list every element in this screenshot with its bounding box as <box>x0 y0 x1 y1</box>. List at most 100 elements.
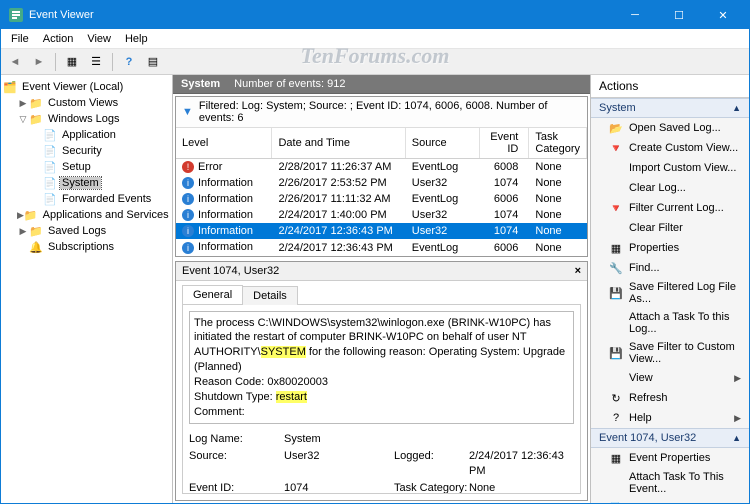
table-row[interactable]: iInformation2/24/2017 12:36:43 PMUser321… <box>176 223 587 239</box>
col-source[interactable]: Source <box>405 128 479 159</box>
expand-icon[interactable]: ▶ <box>17 210 24 221</box>
tree-saved-logs[interactable]: ▶📁Saved Logs <box>3 223 170 239</box>
tree-subscriptions[interactable]: 🔔Subscriptions <box>3 239 170 255</box>
back-button[interactable]: ◄ <box>5 52 25 72</box>
action-label: Properties <box>629 242 679 254</box>
clearfilter-icon <box>609 221 623 235</box>
tree-security[interactable]: 📄Security <box>3 143 170 159</box>
folder-icon: 📁 <box>24 208 38 222</box>
expand-icon[interactable]: ▶ <box>17 226 29 237</box>
event-grid-wrap: ▼ Filtered: Log: System; Source: ; Event… <box>175 96 588 257</box>
chevron-right-icon: ▶ <box>734 373 741 384</box>
maximize-button[interactable]: ☐ <box>657 1 701 29</box>
tree-app-services[interactable]: ▶📁Applications and Services Logs <box>3 207 170 223</box>
table-row[interactable]: iInformation2/26/2017 2:53:52 PMUser3210… <box>176 175 587 191</box>
action-label: Save Filtered Log File As... <box>629 281 741 305</box>
clear-icon <box>609 181 623 195</box>
copy-action[interactable]: 📄Copy▶ <box>591 498 749 503</box>
action-label: Create Custom View... <box>629 142 738 154</box>
action-label: Attach a Task To this Log... <box>629 311 741 335</box>
log-icon: 📄 <box>43 144 57 158</box>
log-header: System Number of events: 912 <box>173 75 590 94</box>
level-icon: i <box>182 209 194 221</box>
view-icon <box>609 371 623 385</box>
detail-close-button[interactable]: × <box>575 265 581 277</box>
help-action[interactable]: ?Help▶ <box>591 408 749 428</box>
tree-windows-logs[interactable]: ▽ 📁 Windows Logs <box>3 111 170 127</box>
view-action[interactable]: View▶ <box>591 368 749 388</box>
tab-general[interactable]: General <box>182 285 243 304</box>
panes-button[interactable]: ▦ <box>62 52 82 72</box>
create-icon: 🔻 <box>609 141 623 155</box>
action-label: Clear Log... <box>629 182 686 194</box>
open-icon: 📂 <box>609 121 623 135</box>
find-icon: 🔧 <box>609 261 623 275</box>
menubar: File Action View Help <box>1 29 749 49</box>
log-icon: 📄 <box>43 128 57 142</box>
minimize-button[interactable]: ─ <box>613 1 657 29</box>
col-level[interactable]: Level <box>176 128 272 159</box>
menu-file[interactable]: File <box>5 31 35 47</box>
tree-forwarded[interactable]: 📄Forwarded Events <box>3 191 170 207</box>
log-icon: 📄 <box>43 160 57 174</box>
list-button[interactable]: ☰ <box>86 52 106 72</box>
tree-root[interactable]: 🗂️ Event Viewer (Local) <box>3 79 170 95</box>
col-date[interactable]: Date and Time <box>272 128 405 159</box>
filter-action[interactable]: 🔻Filter Current Log... <box>591 198 749 218</box>
actions-section-system[interactable]: System▲ <box>591 98 749 118</box>
actions-section-event[interactable]: Event 1074, User32▲ <box>591 428 749 448</box>
eventviewer-icon: 🗂️ <box>3 80 17 94</box>
detail-fields: Log Name:System Source:User32Logged:2/24… <box>189 432 574 494</box>
table-row[interactable]: iInformation2/26/2017 11:11:32 AMEventLo… <box>176 191 587 207</box>
nav-tree[interactable]: 🗂️ Event Viewer (Local) ▶ 📁 Custom Views… <box>1 75 173 503</box>
savelog-action[interactable]: 💾Save Filtered Log File As... <box>591 278 749 308</box>
action-label: Filter Current Log... <box>629 202 724 214</box>
col-eventid[interactable]: Event ID <box>479 128 529 159</box>
expand-icon[interactable]: ▶ <box>17 98 29 109</box>
help-button[interactable]: ? <box>119 52 139 72</box>
chevron-up-icon: ▲ <box>732 433 741 443</box>
tree-system[interactable]: 📄System <box>3 175 170 191</box>
attach-action[interactable]: Attach a Task To this Log... <box>591 308 749 338</box>
detail-body: The process C:\WINDOWS\system32\winlogon… <box>182 304 581 494</box>
tree-setup[interactable]: 📄Setup <box>3 159 170 175</box>
table-row[interactable]: iInformation2/24/2017 12:36:43 PMEventLo… <box>176 239 587 255</box>
forward-button: ► <box>29 52 49 72</box>
action-label: Copy <box>629 502 655 503</box>
table-row[interactable]: iInformation2/24/2017 1:40:00 PMUser3210… <box>176 207 587 223</box>
refresh-action[interactable]: ↻Refresh <box>591 388 749 408</box>
highlight-system: SYSTEM <box>261 346 306 358</box>
action-button[interactable]: ▤ <box>143 52 163 72</box>
menu-view[interactable]: View <box>81 31 117 47</box>
create-action[interactable]: 🔻 Create Custom View... <box>591 138 749 158</box>
attach2-action[interactable]: Attach Task To This Event... <box>591 468 749 498</box>
level-icon: i <box>182 242 194 254</box>
collapse-icon[interactable]: ▽ <box>17 114 29 125</box>
tree-custom-views[interactable]: ▶ 📁 Custom Views <box>3 95 170 111</box>
detail-pane: Event 1074, User32 × General Details The… <box>175 261 588 501</box>
clearfilter-action[interactable]: Clear Filter <box>591 218 749 238</box>
savefilter-action[interactable]: 💾Save Filter to Custom View... <box>591 338 749 368</box>
action-label: Clear Filter <box>629 222 683 234</box>
event-grid[interactable]: Level Date and Time Source Event ID Task… <box>176 128 587 256</box>
close-button[interactable]: ✕ <box>701 1 745 29</box>
tab-details[interactable]: Details <box>242 286 298 305</box>
open-action[interactable]: 📂Open Saved Log... <box>591 118 749 138</box>
table-header-row[interactable]: Level Date and Time Source Event ID Task… <box>176 128 587 159</box>
help-icon: ? <box>609 411 623 425</box>
menu-action[interactable]: Action <box>37 31 80 47</box>
level-icon: i <box>182 225 194 237</box>
action-label: Refresh <box>629 392 668 404</box>
table-row[interactable]: !Error2/28/2017 11:26:37 AMEventLog6008N… <box>176 159 587 176</box>
col-taskcat[interactable]: Task Category <box>529 128 587 159</box>
eventprops-action[interactable]: ▦Event Properties <box>591 448 749 468</box>
import-action[interactable]: Import Custom View... <box>591 158 749 178</box>
clear-action[interactable]: Clear Log... <box>591 178 749 198</box>
find-action[interactable]: 🔧Find... <box>591 258 749 278</box>
menu-help[interactable]: Help <box>119 31 154 47</box>
copy-icon: 📄 <box>609 501 623 503</box>
tree-application[interactable]: 📄Application <box>3 127 170 143</box>
props-action[interactable]: ▦Properties <box>591 238 749 258</box>
action-label: Event Properties <box>629 452 710 464</box>
event-message: The process C:\WINDOWS\system32\winlogon… <box>189 311 574 425</box>
